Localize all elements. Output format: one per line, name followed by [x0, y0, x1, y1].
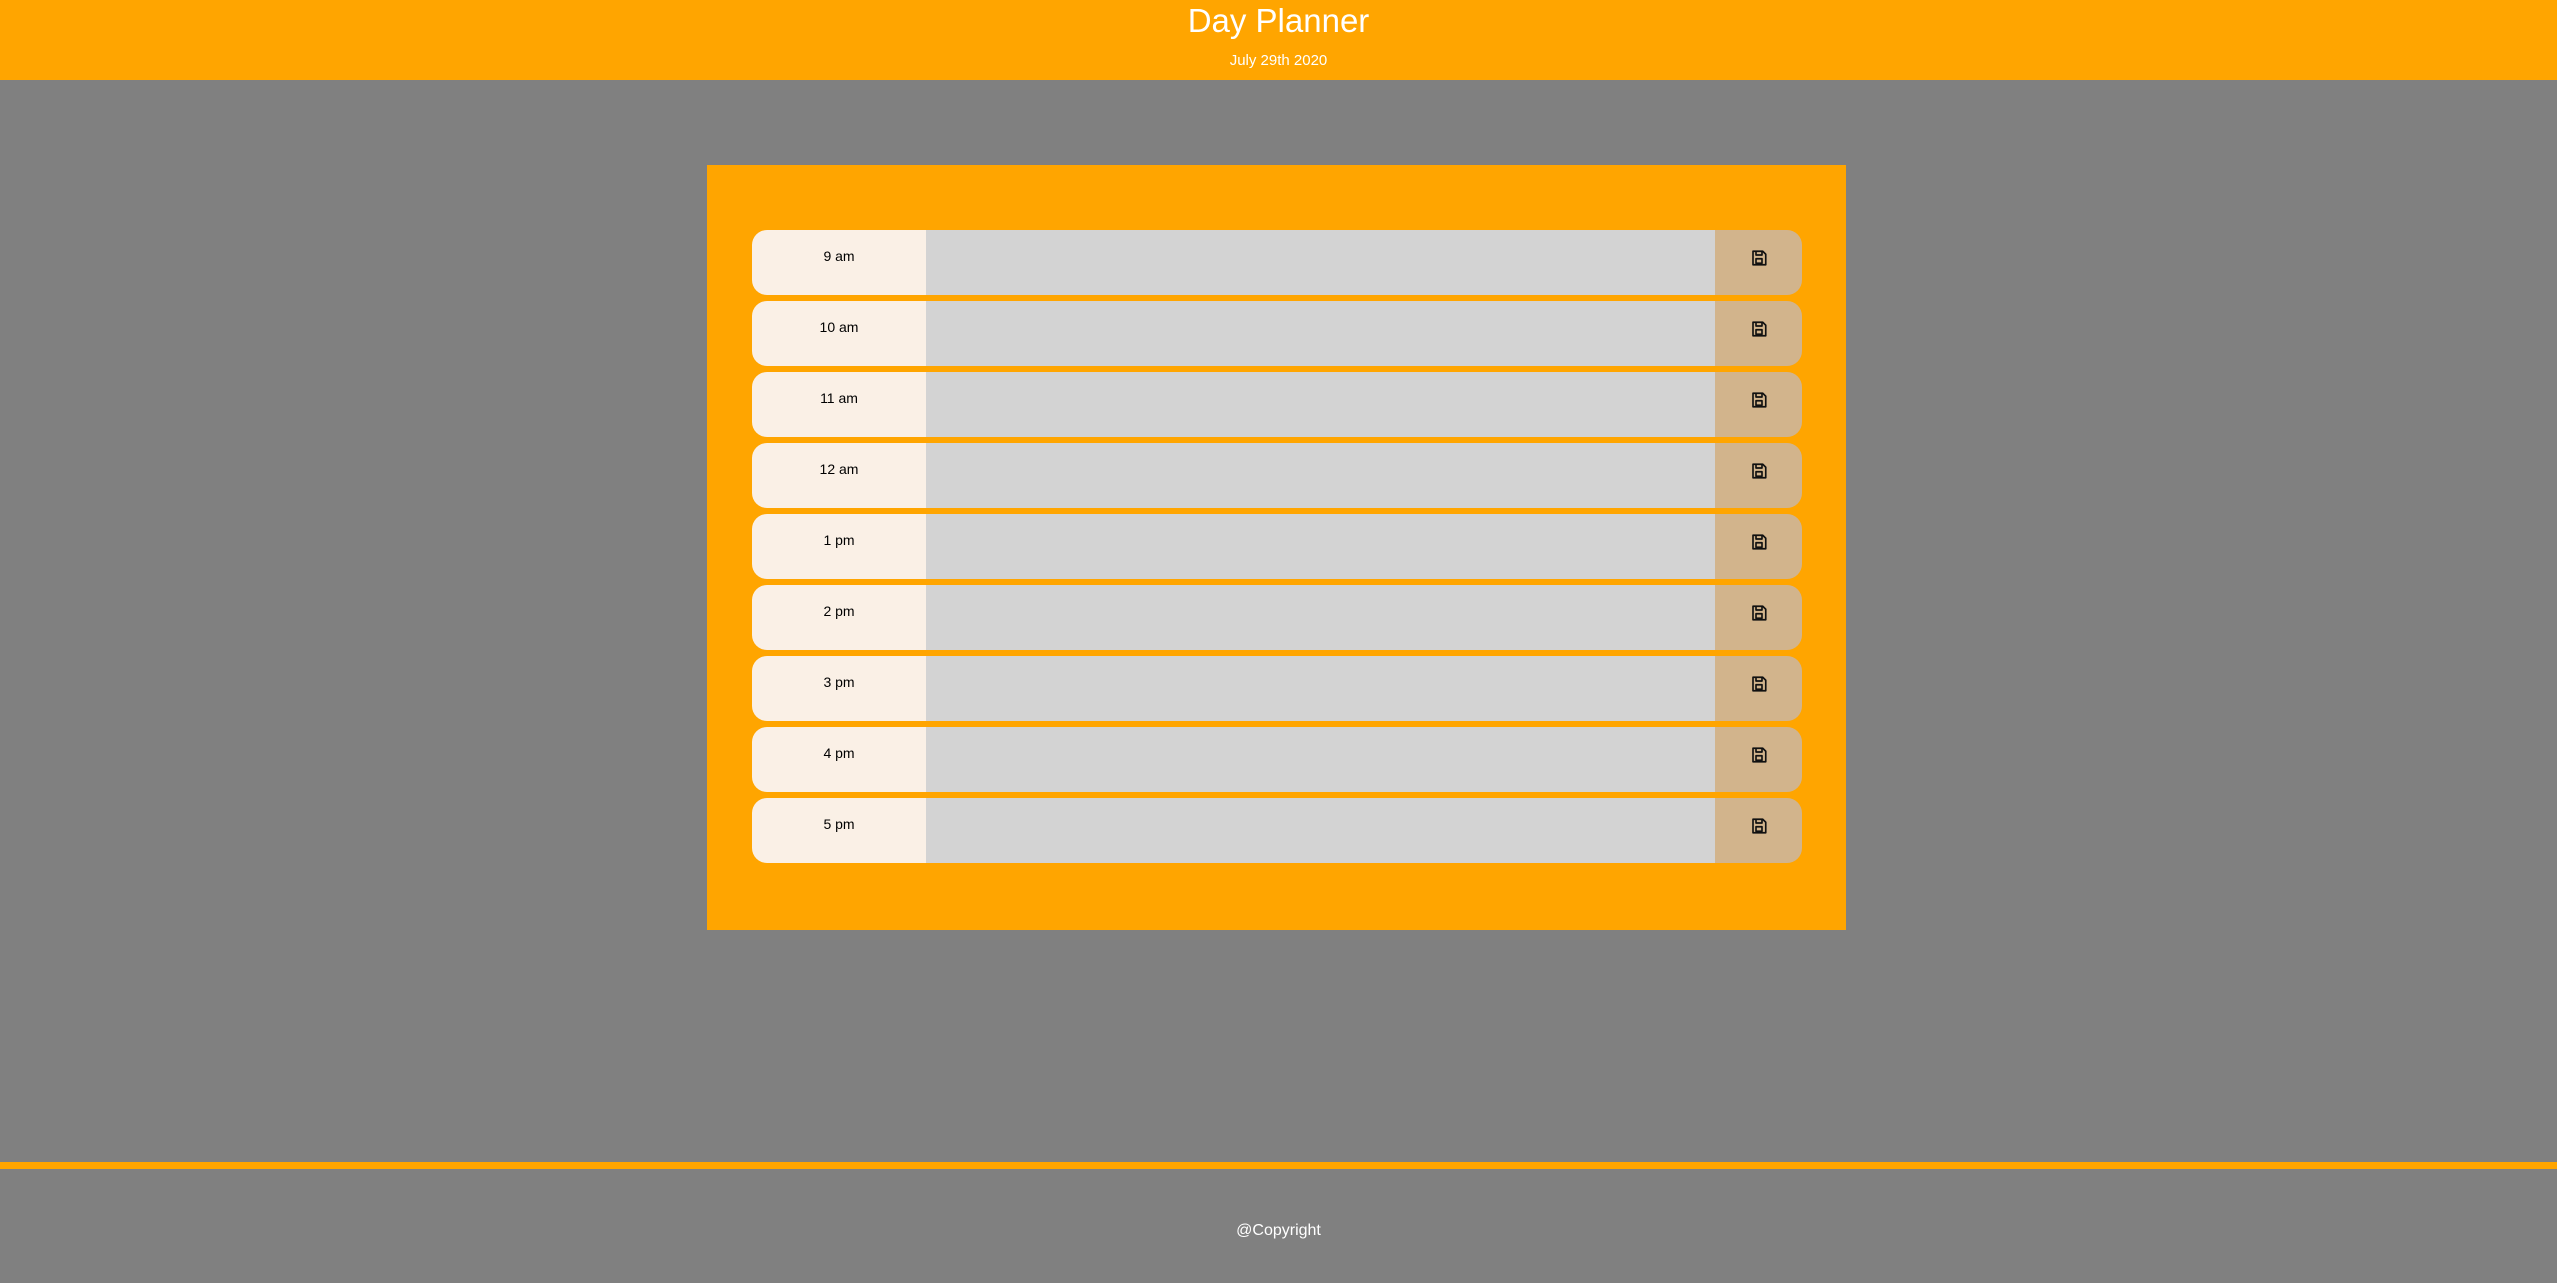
- save-button[interactable]: [1715, 585, 1802, 650]
- save-icon: [1750, 676, 1768, 696]
- hour-label: 2 pm: [752, 585, 926, 650]
- time-block-list: 9 am 10 am 11 am 12 am 1 pm 2 pm 3 pm 4 pm 5 pm: [752, 230, 1802, 869]
- save-icon: [1750, 463, 1768, 483]
- save-button[interactable]: [1715, 798, 1802, 863]
- hour-label: 3 pm: [752, 656, 926, 721]
- save-icon: [1750, 250, 1768, 270]
- save-button[interactable]: [1715, 301, 1802, 366]
- event-description-input[interactable]: [926, 798, 1715, 863]
- hour-label: 9 am: [752, 230, 926, 295]
- footer: @Copyright: [0, 1222, 2557, 1240]
- hour-label: 5 pm: [752, 798, 926, 863]
- time-block-row: 5 pm: [752, 798, 1802, 863]
- time-block-row: 9 am: [752, 230, 1802, 295]
- hour-label: 1 pm: [752, 514, 926, 579]
- time-block-row: 3 pm: [752, 656, 1802, 721]
- page-title: Day Planner: [1187, 2, 1370, 39]
- save-button[interactable]: [1715, 656, 1802, 721]
- event-description-input[interactable]: [926, 443, 1715, 508]
- time-block-row: 12 am: [752, 443, 1802, 508]
- event-description-input[interactable]: [926, 372, 1715, 437]
- event-description-input[interactable]: [926, 585, 1715, 650]
- hour-label: 4 pm: [752, 727, 926, 792]
- save-icon: [1750, 605, 1768, 625]
- save-button[interactable]: [1715, 372, 1802, 437]
- save-button[interactable]: [1715, 443, 1802, 508]
- page-header: Day Planner July 29th 2020: [0, 0, 2557, 80]
- save-icon: [1750, 534, 1768, 554]
- footer-divider: [0, 1162, 2557, 1169]
- event-description-input[interactable]: [926, 301, 1715, 366]
- hour-label: 12 am: [752, 443, 926, 508]
- save-button[interactable]: [1715, 230, 1802, 295]
- save-icon: [1750, 747, 1768, 767]
- event-description-input[interactable]: [926, 727, 1715, 792]
- hour-label: 10 am: [752, 301, 926, 366]
- current-date: July 29th 2020: [1229, 52, 1328, 69]
- event-description-input[interactable]: [926, 514, 1715, 579]
- event-description-input[interactable]: [926, 656, 1715, 721]
- time-block-row: 10 am: [752, 301, 1802, 366]
- save-icon: [1750, 321, 1768, 341]
- save-button[interactable]: [1715, 727, 1802, 792]
- event-description-input[interactable]: [926, 230, 1715, 295]
- time-block-row: 4 pm: [752, 727, 1802, 792]
- time-block-row: 1 pm: [752, 514, 1802, 579]
- time-block-row: 2 pm: [752, 585, 1802, 650]
- time-block-row: 11 am: [752, 372, 1802, 437]
- save-icon: [1750, 818, 1768, 838]
- copyright-text: @Copyright: [1236, 1222, 1321, 1239]
- save-button[interactable]: [1715, 514, 1802, 579]
- hour-label: 11 am: [752, 372, 926, 437]
- planner-container: 9 am 10 am 11 am 12 am 1 pm 2 pm 3 pm 4 pm 5 pm: [707, 165, 1846, 930]
- save-icon: [1750, 392, 1768, 412]
